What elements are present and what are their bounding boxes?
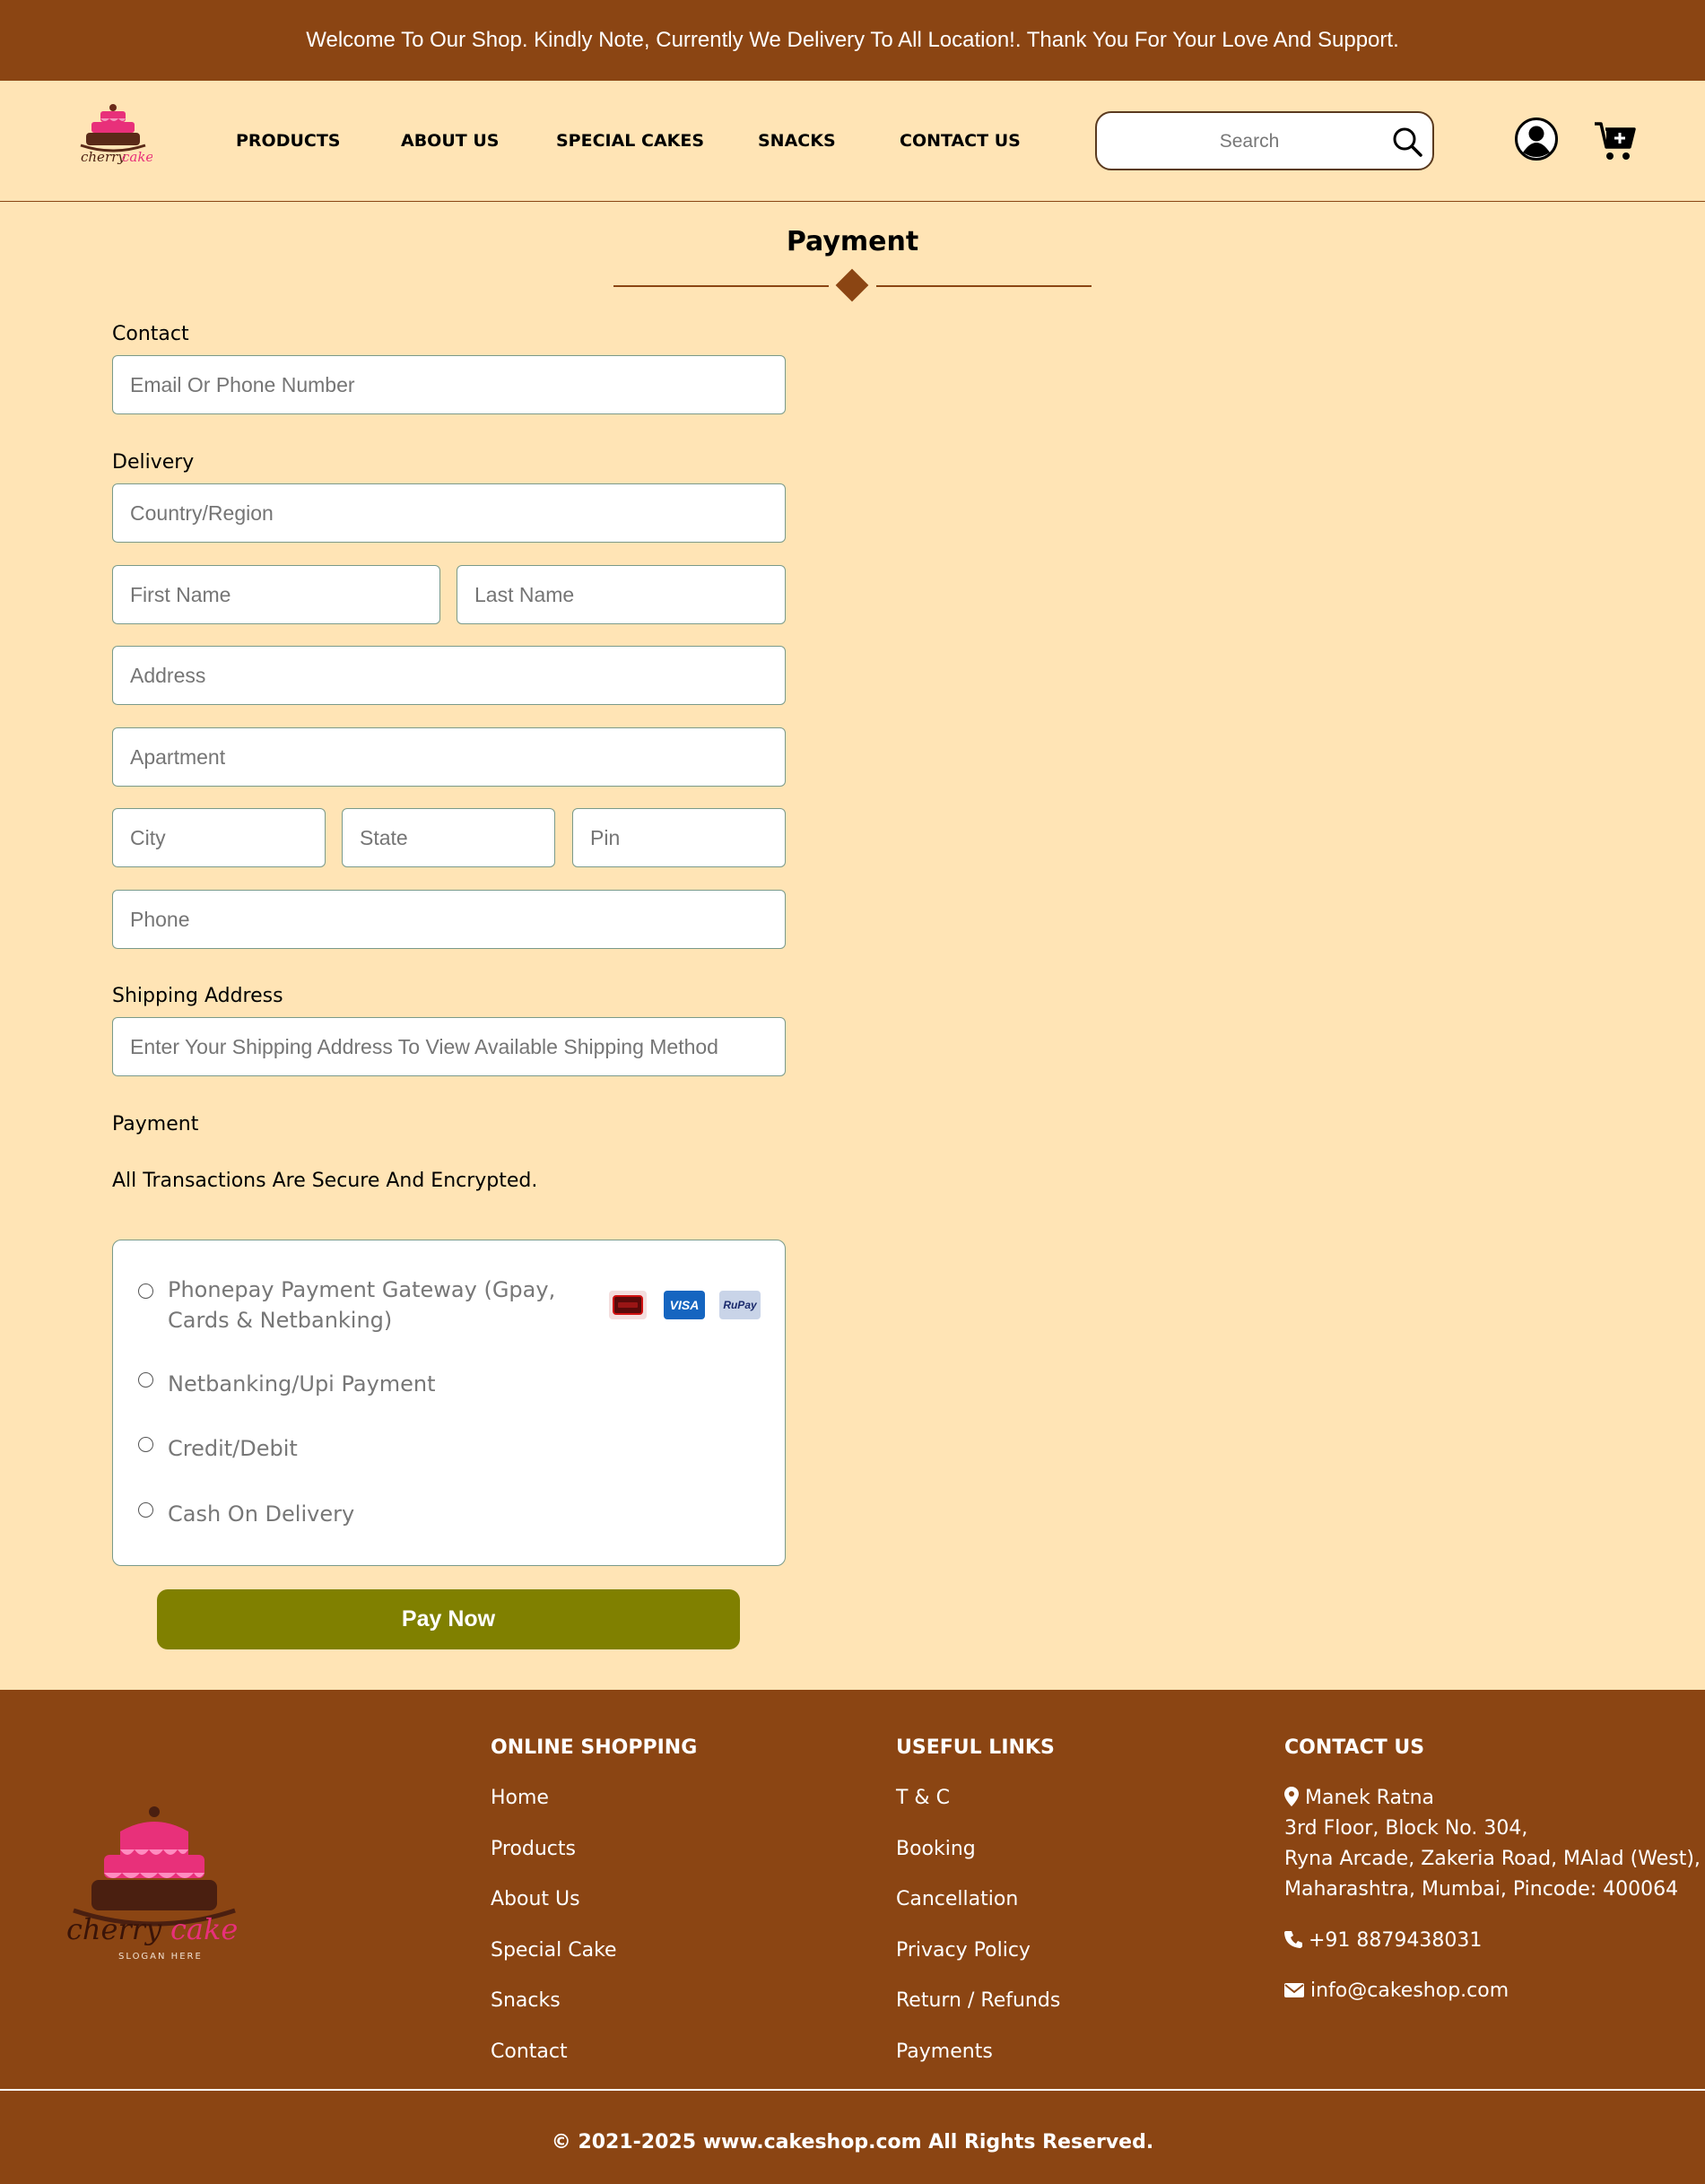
contact-phone[interactable]: +91 8879438031 — [1284, 1929, 1482, 1952]
last-name-input[interactable] — [457, 565, 786, 624]
cherry-cake-footer-logo[interactable]: cherry cake SLOGAN HERE — [65, 1805, 248, 1961]
contact-label: Contact — [112, 323, 189, 345]
svg-text:cake: cake — [122, 149, 152, 165]
announcement-text: Welcome To Our Shop. Kindly Note, Curren… — [306, 28, 1399, 52]
footer-link-cancellation[interactable]: Cancellation — [896, 1888, 1018, 1910]
footer-link-about-us[interactable]: About Us — [491, 1888, 580, 1910]
cart-icon[interactable] — [1593, 120, 1636, 161]
payment-option-label: Cash On Delivery — [168, 1501, 355, 1527]
site-header: cherry cake PRODUCTS ABOUT US SPECIAL CA… — [0, 81, 1705, 202]
address-line-2: 3rd Floor, Block No. 304, — [1284, 1817, 1528, 1840]
contact-us-title: CONTACT US — [1284, 1736, 1425, 1759]
map-pin-icon — [1284, 1787, 1299, 1806]
payment-option-label: Netbanking/Upi Payment — [168, 1371, 436, 1397]
footer-divider — [0, 2089, 1705, 2091]
apartment-input[interactable] — [112, 727, 786, 787]
payment-option-label: Credit/Debit — [168, 1436, 298, 1461]
radio-cod[interactable] — [138, 1502, 153, 1518]
mastercard-icon — [609, 1291, 647, 1319]
footer-link-special-cake[interactable]: Special Cake — [491, 1939, 617, 1962]
address-input[interactable] — [112, 646, 786, 705]
nav-special-cakes[interactable]: SPECIAL CAKES — [556, 131, 704, 151]
useful-links-title: USEFUL LINKS — [896, 1736, 1055, 1759]
nav-about-us[interactable]: ABOUT US — [401, 131, 499, 151]
pin-input[interactable] — [572, 808, 786, 867]
search-icon[interactable] — [1391, 126, 1423, 158]
footer-link-home[interactable]: Home — [491, 1787, 549, 1809]
footer-link-privacy-policy[interactable]: Privacy Policy — [896, 1939, 1031, 1962]
address-line-3: Ryna Arcade, Zakeria Road, MAlad (West), — [1284, 1848, 1701, 1870]
nav-contact-us[interactable]: CONTACT US — [900, 131, 1021, 151]
city-input[interactable] — [112, 808, 326, 867]
contact-input[interactable] — [112, 355, 786, 414]
svg-text:SLOGAN HERE: SLOGAN HERE — [118, 1952, 203, 1961]
svg-text:cherry: cherry — [81, 149, 126, 165]
footer-link-snacks[interactable]: Snacks — [491, 1989, 561, 2012]
page-title: Payment — [786, 226, 919, 257]
radio-netbanking[interactable] — [138, 1372, 153, 1388]
svg-text:cherry: cherry — [66, 1912, 162, 1946]
payment-label: Payment — [112, 1113, 199, 1136]
visa-icon: VISA — [664, 1291, 705, 1319]
shipping-address-input[interactable] — [112, 1017, 786, 1076]
rupay-icon: RuPay — [719, 1291, 761, 1319]
title-divider-left — [613, 285, 829, 287]
shipping-address-label: Shipping Address — [112, 985, 283, 1007]
contact-email[interactable]: info@cakeshop.com — [1284, 1980, 1509, 2002]
radio-phonepay[interactable] — [138, 1283, 153, 1299]
radio-credit-debit[interactable] — [138, 1437, 153, 1452]
user-icon[interactable] — [1514, 117, 1559, 161]
address-line-1: Manek Ratna — [1284, 1787, 1434, 1809]
payment-option-cod[interactable]: Cash On Delivery — [138, 1493, 354, 1529]
state-input[interactable] — [342, 808, 555, 867]
footer-link-products[interactable]: Products — [491, 1838, 576, 1860]
first-name-input[interactable] — [112, 565, 440, 624]
footer-link-tc[interactable]: T & C — [896, 1787, 950, 1809]
pay-now-button[interactable]: Pay Now — [157, 1589, 740, 1649]
payment-option-credit-debit[interactable]: Credit/Debit — [138, 1428, 298, 1464]
footer-link-booking[interactable]: Booking — [896, 1838, 976, 1860]
country-input[interactable] — [112, 483, 786, 543]
phone-input[interactable] — [112, 890, 786, 949]
svg-text:cake: cake — [170, 1912, 238, 1946]
payment-option-phonepay[interactable]: Phonepay Payment Gateway (Gpay, Cards & … — [138, 1275, 560, 1336]
cherry-cake-logo[interactable]: cherry cake — [74, 102, 152, 167]
search-input[interactable] — [1115, 122, 1384, 161]
copyright-text: © 2021-2025 www.cakeshop.com All Rights … — [551, 2131, 1154, 2154]
announcement-bar: Welcome To Our Shop. Kindly Note, Curren… — [0, 0, 1705, 81]
phone-icon — [1284, 1931, 1302, 1948]
title-divider-right — [876, 285, 1092, 287]
online-shopping-title: ONLINE SHOPPING — [491, 1736, 698, 1759]
delivery-label: Delivery — [112, 451, 195, 474]
nav-snacks[interactable]: SNACKS — [758, 131, 836, 151]
site-footer: cherry cake SLOGAN HERE ONLINE SHOPPING … — [0, 1690, 1705, 2184]
payment-option-netbanking[interactable]: Netbanking/Upi Payment — [138, 1363, 436, 1399]
secure-transactions-text: All Transactions Are Secure And Encrypte… — [112, 1170, 538, 1192]
footer-link-payments[interactable]: Payments — [896, 2040, 993, 2063]
envelope-icon — [1284, 1983, 1304, 1997]
payment-options-box: Phonepay Payment Gateway (Gpay, Cards & … — [112, 1240, 786, 1566]
nav-products[interactable]: PRODUCTS — [236, 131, 341, 151]
address-line-4: Maharashtra, Mumbai, Pincode: 400064 — [1284, 1878, 1679, 1901]
payment-option-label: Phonepay Payment Gateway (Gpay, Cards & … — [168, 1277, 556, 1333]
title-divider-diamond — [835, 268, 869, 302]
footer-link-return-refunds[interactable]: Return / Refunds — [896, 1989, 1060, 2012]
search-box — [1095, 111, 1434, 170]
footer-link-contact[interactable]: Contact — [491, 2040, 568, 2063]
